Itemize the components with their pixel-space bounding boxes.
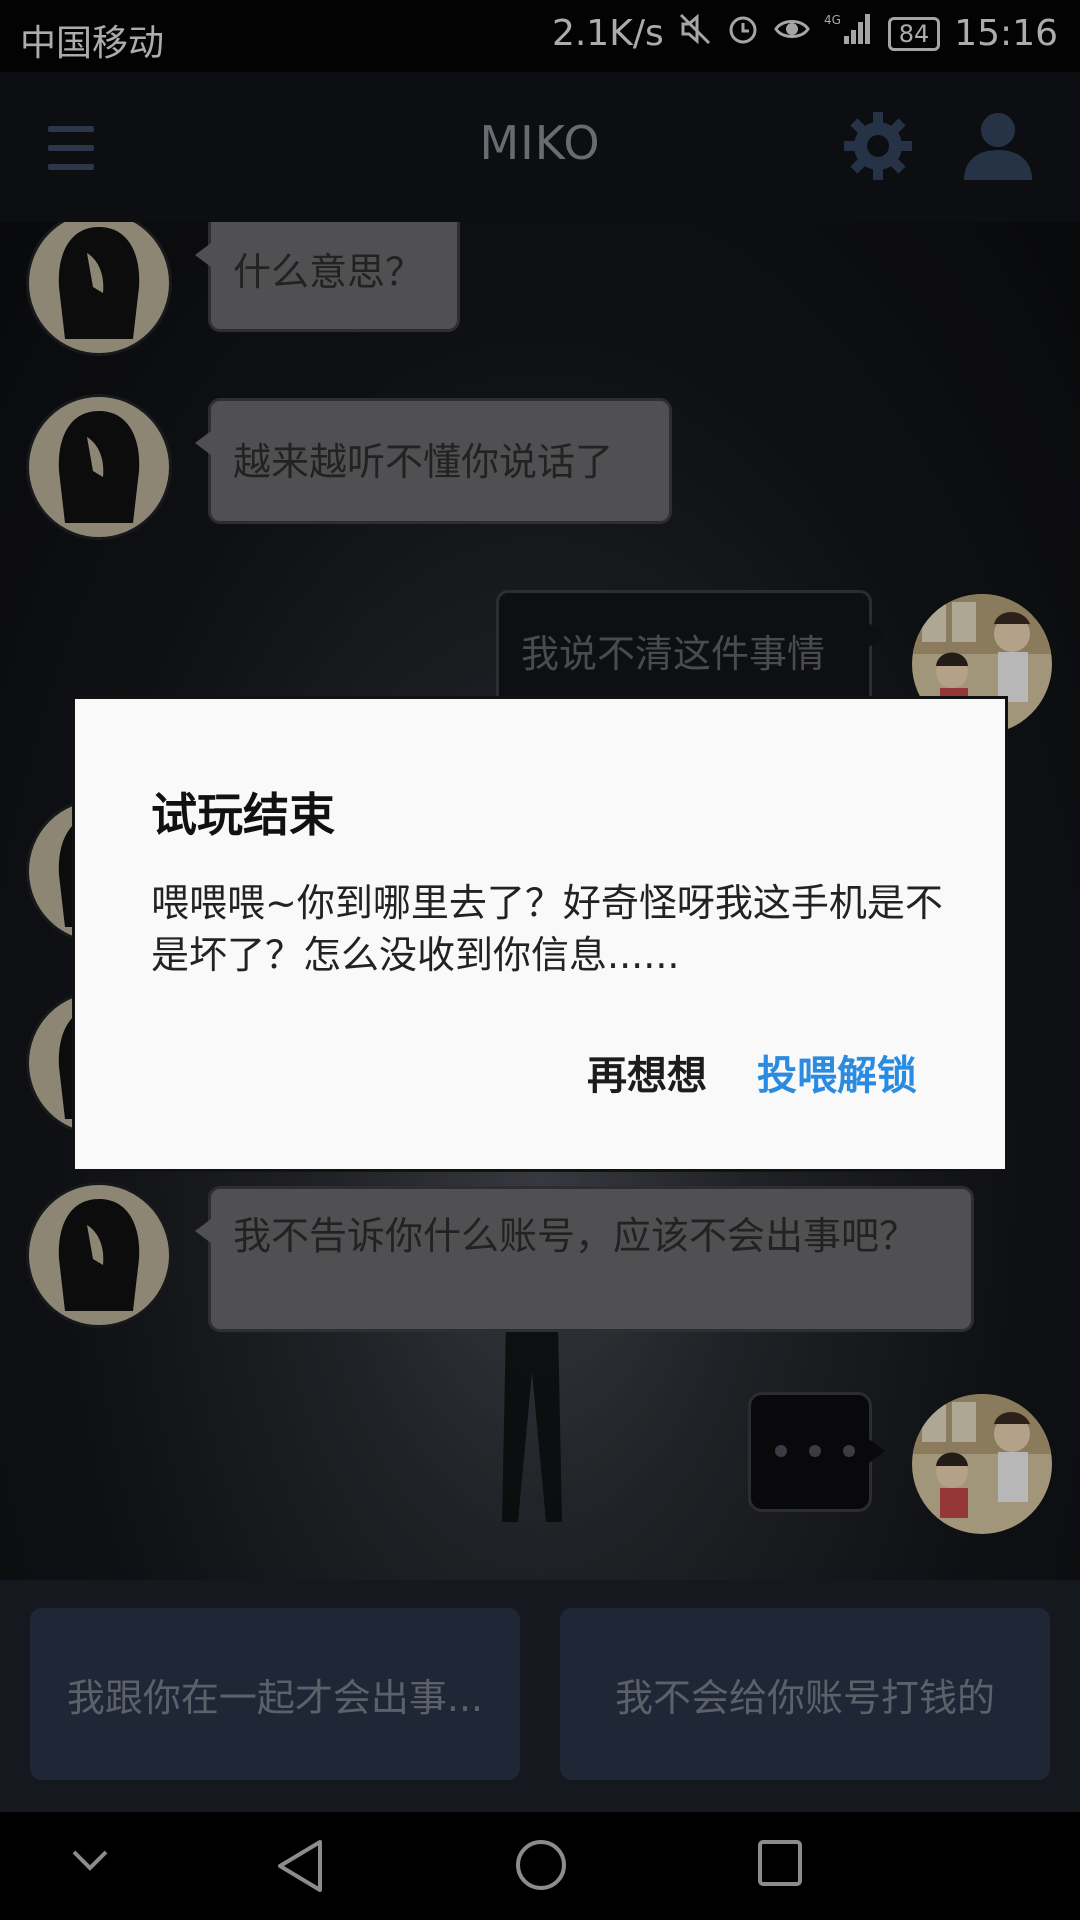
rethink-button[interactable]: 再想想 [587,1043,707,1101]
unlock-button[interactable]: 投喂解锁 [757,1043,917,1101]
dialog-title: 试玩结束 [151,788,335,842]
trial-ended-dialog: 试玩结束 喂喂喂~你到哪里去了？好奇怪呀我这手机是不是坏了？怎么没收到你信息..… [72,696,1008,1172]
dialog-message: 喂喂喂~你到哪里去了？好奇怪呀我这手机是不是坏了？怎么没收到你信息...... [151,881,943,977]
